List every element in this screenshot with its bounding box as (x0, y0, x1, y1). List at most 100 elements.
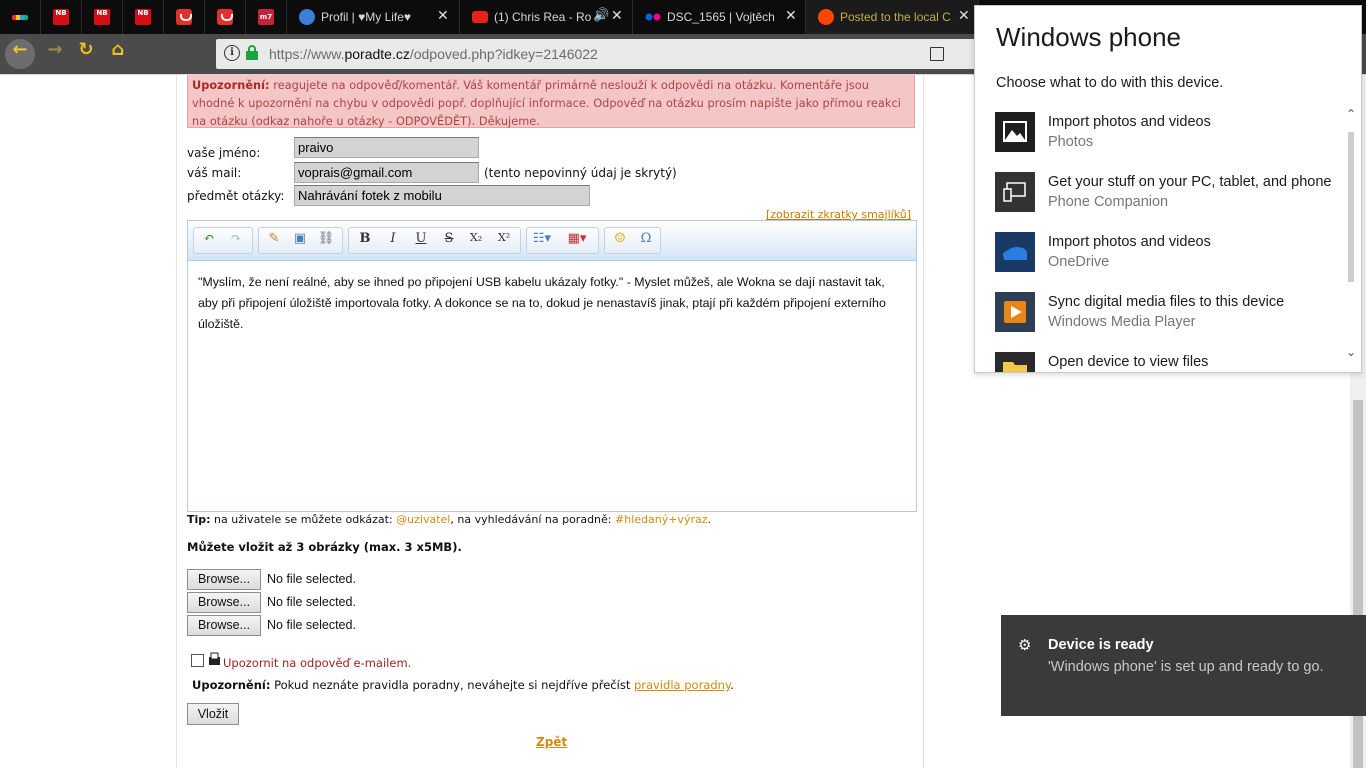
option-app: Windows Media Player (1048, 314, 1196, 330)
email-notify-checkbox[interactable] (191, 654, 204, 667)
browse-button[interactable]: Browse... (187, 615, 261, 636)
tip-label: Tip: (187, 513, 211, 526)
undo-redo-group: ↶ ↷ (193, 227, 253, 254)
tab-reddit[interactable]: Posted to the local C ✕ (806, 0, 979, 34)
name-field[interactable]: praivo (294, 137, 479, 158)
m7-logo-icon: m7 (258, 9, 274, 25)
tab-title: Posted to the local C (840, 10, 950, 24)
editor-toolbar: ↶ ↷ ✎ ▣ ⛓ B I U S X₂ X² ☷▾ ▦▾ ☺ Ω (188, 221, 916, 261)
phone-companion-icon (995, 172, 1035, 212)
redo-icon[interactable]: ↷ (226, 231, 246, 251)
home-button[interactable]: ⌂ (103, 39, 133, 69)
notification-title: Device is ready (1048, 637, 1154, 653)
subscript-button[interactable]: X₂ (466, 231, 486, 251)
lock-icon[interactable] (246, 45, 258, 61)
tab-title: (1) Chris Rea - Ro (494, 10, 592, 24)
insert-extra-group: ☺ Ω (604, 227, 661, 254)
reload-button[interactable]: ↻ (71, 39, 101, 69)
tip-search-example: #hledaný+výraz (615, 513, 708, 526)
autoplay-scrollbar[interactable]: ⌃ ⌄ (1342, 102, 1361, 372)
list-dropdown-icon[interactable]: ☷▾ (532, 231, 552, 251)
scrollbar-thumb[interactable] (1348, 132, 1354, 282)
info-icon[interactable]: i (224, 45, 240, 61)
site-favicon-icon (299, 9, 315, 25)
nb-logo-icon: NB (135, 9, 151, 25)
autoplay-option-open-folder[interactable]: Open device to view files (995, 352, 1340, 372)
pinned-tab-2[interactable]: NB (41, 0, 82, 34)
autoplay-option-media-player[interactable]: Sync digital media files to this device … (995, 292, 1340, 344)
file-status: No file selected. (267, 595, 356, 609)
url-path: /odpoved.php?idkey=2146022 (409, 46, 598, 62)
edit-source-icon[interactable]: ✎ (264, 231, 284, 251)
back-button[interactable]: ← (5, 39, 35, 69)
close-tab-icon[interactable]: ✕ (611, 8, 623, 24)
close-tab-icon[interactable]: ✕ (785, 8, 797, 24)
option-action: Get your stuff on your PC, tablet, and p… (1048, 174, 1332, 190)
rules-text: Pokud neznáte pravidla poradny, neváhejt… (270, 678, 634, 692)
insert-image-icon[interactable]: ▣ (290, 231, 310, 251)
scroll-up-icon[interactable]: ⌃ (1346, 107, 1356, 121)
subject-field[interactable]: Nahrávání fotek z mobilu (294, 185, 590, 206)
option-app: Phone Companion (1048, 194, 1169, 210)
editor-text-area[interactable]: "Myslím, že není reálné, aby se ihned po… (188, 262, 916, 511)
email-notify-label[interactable]: Upozornit na odpověď e-mailem. (223, 656, 411, 670)
back-link[interactable]: Zpět (536, 735, 567, 749)
browse-button[interactable]: Browse... (187, 569, 261, 590)
italic-button[interactable]: I (383, 231, 403, 251)
shopping-bag-icon (217, 9, 233, 25)
reader-view-icon[interactable] (930, 47, 944, 61)
onedrive-icon (995, 232, 1035, 272)
close-tab-icon[interactable]: ✕ (437, 8, 449, 24)
table-dropdown-icon[interactable]: ▦▾ (567, 231, 587, 251)
url-domain: poradte.cz (344, 46, 410, 62)
forward-button[interactable]: → (40, 39, 70, 69)
layout-group: ☷▾ ▦▾ (526, 227, 599, 254)
autoplay-option-photos[interactable]: Import photos and videos Photos (995, 112, 1340, 164)
pinned-tab-4[interactable]: NB (123, 0, 164, 34)
rich-text-editor: ↶ ↷ ✎ ▣ ⛓ B I U S X₂ X² ☷▾ ▦▾ ☺ Ω "Myslí… (187, 220, 917, 512)
close-tab-icon[interactable]: ✕ (958, 8, 970, 24)
nb-logo-icon: NB (53, 9, 69, 25)
max-images-note: Můžete vložit až 3 obrázky (max. 3 x5MB)… (187, 540, 462, 554)
submit-button[interactable]: Vložit (187, 703, 239, 725)
pinned-tab-5[interactable] (164, 0, 205, 34)
warning-label: Upozornění: (192, 79, 270, 92)
undo-icon[interactable]: ↶ (199, 231, 219, 251)
url-text[interactable]: https://www.poradte.cz/odpoved.php?idkey… (269, 46, 598, 62)
address-bar[interactable]: i https://www.poradte.cz/odpoved.php?idk… (216, 39, 986, 69)
pinned-tab-7[interactable]: m7 (246, 0, 287, 34)
pinned-tab-1[interactable] (0, 0, 41, 34)
email-field[interactable]: voprais@gmail.com (294, 162, 479, 183)
insert-group: ✎ ▣ ⛓ (258, 227, 343, 254)
autoplay-option-phone-companion[interactable]: Get your stuff on your PC, tablet, and p… (995, 172, 1340, 224)
tip-text-part: na uživatele se můžete odkázat: (210, 513, 397, 526)
tab-flickr[interactable]: DSC_1565 | Vojtěch P ✕ (633, 0, 806, 34)
tab-profil[interactable]: Profil | ♥My Life♥ ✕ (287, 0, 460, 34)
speaker-icon[interactable]: 🔊 (593, 8, 609, 23)
scroll-down-icon[interactable]: ⌄ (1346, 345, 1356, 359)
underline-button[interactable]: U (411, 231, 431, 251)
youtube-icon (472, 11, 488, 23)
option-action: Import photos and videos (1048, 114, 1211, 130)
insert-link-icon[interactable]: ⛓ (316, 231, 336, 251)
subject-label: předmět otázky: (187, 189, 285, 203)
option-app: OneDrive (1048, 254, 1110, 270)
strikethrough-button[interactable]: S (439, 231, 459, 251)
device-ready-notification[interactable]: ⚙ Device is ready 'Windows phone' is set… (1001, 615, 1366, 716)
autoplay-title: Windows phone (996, 22, 1181, 52)
autoplay-option-onedrive[interactable]: Import photos and videos OneDrive (995, 232, 1340, 284)
pinned-tab-3[interactable]: NB (82, 0, 123, 34)
smiley-icon[interactable]: ☺ (610, 231, 630, 251)
settings-gear-icon: ⚙ (1018, 636, 1032, 654)
tab-youtube[interactable]: (1) Chris Rea - Ro 🔊 ✕ (460, 0, 633, 34)
rules-note: Upozornění: Pokud neznáte pravidla porad… (192, 678, 734, 692)
warning-box: Upozornění: reagujete na odpověď/komentá… (187, 75, 915, 128)
browse-button[interactable]: Browse... (187, 592, 261, 613)
rules-link[interactable]: pravidla poradny (634, 678, 730, 692)
name-label: vaše jméno: (187, 146, 261, 160)
special-character-button[interactable]: Ω (636, 231, 656, 251)
superscript-button[interactable]: X² (494, 231, 514, 251)
warning-text: reagujete na odpověď/komentář. Váš komen… (192, 79, 901, 128)
bold-button[interactable]: B (355, 231, 375, 251)
pinned-tab-6[interactable] (205, 0, 246, 34)
